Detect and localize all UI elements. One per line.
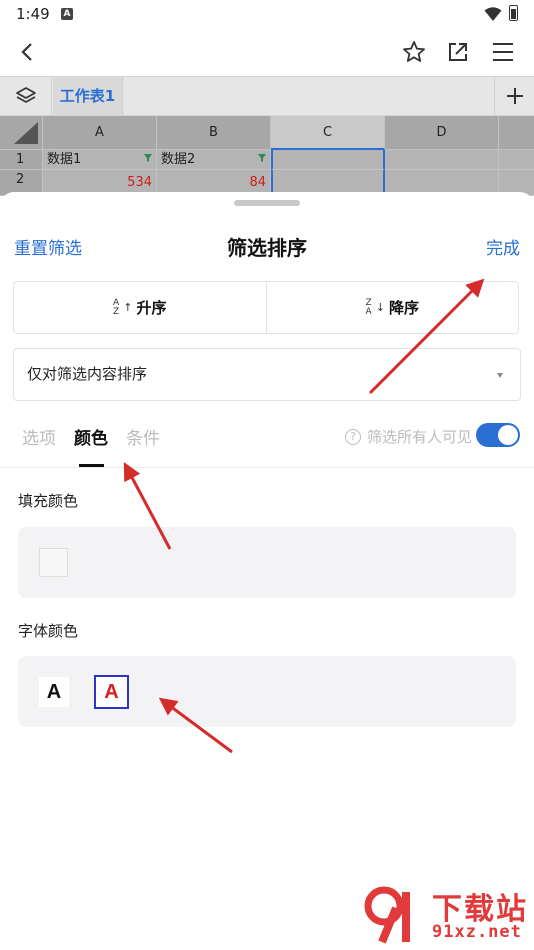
sort-descending-button[interactable]: Z A ↓ 降序	[265, 282, 519, 333]
tab-condition[interactable]: 条件	[126, 424, 160, 449]
up-arrow-icon: ↑	[123, 301, 133, 314]
row-header-1[interactable]: 1	[0, 150, 43, 170]
layers-icon[interactable]	[0, 77, 52, 115]
tab-color[interactable]: 颜色	[74, 424, 108, 449]
sort-ascending-icon: A Z	[113, 298, 120, 317]
filter-tabs: 选项 颜色 条件 ? 筛选所有人可见	[0, 414, 534, 468]
sort-buttons: A Z ↑ 升序 Z A ↓ 降序	[13, 281, 519, 334]
cell-b1-text: 数据2	[161, 152, 196, 167]
font-color-black-swatch[interactable]: A	[39, 677, 69, 707]
cell-d1[interactable]	[385, 150, 499, 170]
watermark-logo-icon	[364, 886, 410, 944]
visibility-setting: ? 筛选所有人可见	[344, 426, 472, 447]
font-color-red-swatch[interactable]: A	[94, 675, 129, 709]
sort-descending-icon: Z A	[365, 298, 372, 317]
share-external-icon[interactable]	[442, 36, 474, 68]
help-icon[interactable]: ?	[344, 428, 361, 445]
fill-color-swatch[interactable]	[39, 548, 68, 577]
cell-c1[interactable]	[271, 150, 385, 170]
star-icon[interactable]	[398, 36, 430, 68]
battery-icon	[509, 5, 518, 21]
sheet-tab-active[interactable]: 工作表1	[53, 77, 123, 115]
spreadsheet-grid: A B C D 1 数据1 数据2 2 534 84	[0, 116, 534, 196]
sort-scope-value: 仅对筛选内容排序	[27, 365, 148, 383]
toggle-knob	[498, 425, 518, 445]
sheet-title: 筛选排序	[227, 236, 307, 260]
cell-e1[interactable]	[499, 150, 534, 170]
column-header-b[interactable]: B	[157, 116, 271, 150]
filter-funnel-icon[interactable]	[144, 154, 152, 162]
status-time: 1:49	[16, 5, 50, 23]
visibility-label: 筛选所有人可见	[366, 428, 472, 446]
filter-funnel-icon[interactable]	[258, 154, 266, 162]
sort-desc-glyph-bottom: A	[365, 306, 372, 317]
done-button[interactable]: 完成	[486, 234, 520, 259]
fill-color-panel	[18, 527, 516, 598]
select-all-corner[interactable]	[0, 116, 43, 150]
font-color-panel: A A	[18, 656, 516, 727]
site-watermark: 下载站 91xz.net	[362, 884, 530, 946]
fill-color-label: 填充颜色	[18, 492, 79, 510]
wifi-icon	[484, 7, 502, 21]
column-header-a[interactable]: A	[43, 116, 157, 150]
column-header-d[interactable]: D	[385, 116, 499, 150]
sort-descending-label: 降序	[388, 299, 419, 317]
hamburger-menu-icon[interactable]	[487, 36, 519, 68]
status-bar: 1:49 A	[0, 0, 534, 28]
visibility-toggle[interactable]	[476, 423, 520, 447]
drag-handle[interactable]	[234, 200, 300, 206]
back-arrow-icon[interactable]	[12, 36, 44, 68]
watermark-text-2: 91xz.net	[432, 922, 522, 942]
sort-asc-glyph-bottom: Z	[113, 306, 120, 317]
sheet-tab-bar: 工作表1	[0, 76, 534, 116]
cell-a1-text: 数据1	[47, 152, 82, 167]
filter-sort-sheet: 重置筛选 筛选排序 完成 A Z ↑ 升序 Z A ↓ 降序 仅对筛选内容排序 …	[0, 192, 534, 950]
down-arrow-icon: ↓	[375, 301, 385, 314]
plus-icon[interactable]	[494, 77, 534, 115]
sort-ascending-label: 升序	[136, 299, 167, 317]
tab-options[interactable]: 选项	[22, 424, 56, 449]
active-tab-indicator	[79, 464, 104, 467]
sort-scope-dropdown[interactable]: 仅对筛选内容排序	[13, 348, 521, 401]
font-color-label: 字体颜色	[18, 622, 79, 640]
column-header-c[interactable]: C	[271, 116, 385, 150]
top-toolbar	[0, 28, 534, 76]
cell-b1[interactable]: 数据2	[157, 150, 271, 170]
sort-ascending-button[interactable]: A Z ↑ 升序	[14, 282, 266, 333]
cell-a1[interactable]: 数据1	[43, 150, 157, 170]
notification-icon: A	[61, 8, 73, 20]
column-header-next[interactable]	[499, 116, 534, 150]
caret-down-icon	[497, 373, 503, 378]
